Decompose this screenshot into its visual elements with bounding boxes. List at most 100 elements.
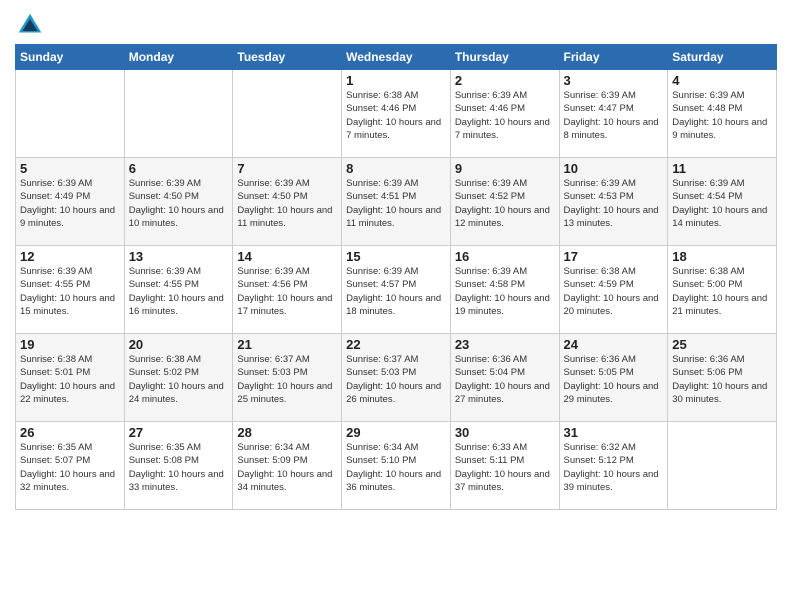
daylight-text: Daylight: 10 hours and 22 minutes. [20, 381, 115, 405]
week-row-5: 26 Sunrise: 6:35 AM Sunset: 5:07 PM Dayl… [16, 422, 777, 510]
weekday-sunday: Sunday [16, 45, 125, 70]
sunrise-text: Sunrise: 6:36 AM [672, 354, 744, 365]
calendar-cell [233, 70, 342, 158]
sunset-text: Sunset: 4:46 PM [455, 103, 525, 114]
day-info: Sunrise: 6:39 AM Sunset: 4:46 PM Dayligh… [455, 89, 555, 142]
calendar-cell: 28 Sunrise: 6:34 AM Sunset: 5:09 PM Dayl… [233, 422, 342, 510]
day-number: 18 [672, 249, 772, 264]
daylight-text: Daylight: 10 hours and 12 minutes. [455, 205, 550, 229]
day-number: 27 [129, 425, 229, 440]
sunrise-text: Sunrise: 6:35 AM [20, 442, 92, 453]
sunset-text: Sunset: 4:49 PM [20, 191, 90, 202]
day-info: Sunrise: 6:38 AM Sunset: 5:01 PM Dayligh… [20, 353, 120, 406]
day-number: 26 [20, 425, 120, 440]
calendar-cell: 2 Sunrise: 6:39 AM Sunset: 4:46 PM Dayli… [450, 70, 559, 158]
day-info: Sunrise: 6:39 AM Sunset: 4:47 PM Dayligh… [564, 89, 664, 142]
week-row-2: 5 Sunrise: 6:39 AM Sunset: 4:49 PM Dayli… [16, 158, 777, 246]
day-number: 1 [346, 73, 446, 88]
calendar-cell: 8 Sunrise: 6:39 AM Sunset: 4:51 PM Dayli… [342, 158, 451, 246]
week-row-1: 1 Sunrise: 6:38 AM Sunset: 4:46 PM Dayli… [16, 70, 777, 158]
sunrise-text: Sunrise: 6:37 AM [237, 354, 309, 365]
daylight-text: Daylight: 10 hours and 9 minutes. [672, 117, 767, 141]
daylight-text: Daylight: 10 hours and 34 minutes. [237, 469, 332, 493]
calendar-cell: 10 Sunrise: 6:39 AM Sunset: 4:53 PM Dayl… [559, 158, 668, 246]
day-number: 4 [672, 73, 772, 88]
sunset-text: Sunset: 5:03 PM [346, 367, 416, 378]
weekday-monday: Monday [124, 45, 233, 70]
sunrise-text: Sunrise: 6:39 AM [564, 90, 636, 101]
day-info: Sunrise: 6:39 AM Sunset: 4:56 PM Dayligh… [237, 265, 337, 318]
sunrise-text: Sunrise: 6:39 AM [455, 90, 527, 101]
sunrise-text: Sunrise: 6:34 AM [237, 442, 309, 453]
daylight-text: Daylight: 10 hours and 7 minutes. [455, 117, 550, 141]
sunset-text: Sunset: 4:53 PM [564, 191, 634, 202]
daylight-text: Daylight: 10 hours and 27 minutes. [455, 381, 550, 405]
sunrise-text: Sunrise: 6:39 AM [20, 266, 92, 277]
sunset-text: Sunset: 5:00 PM [672, 279, 742, 290]
daylight-text: Daylight: 10 hours and 11 minutes. [237, 205, 332, 229]
sunrise-text: Sunrise: 6:38 AM [20, 354, 92, 365]
sunrise-text: Sunrise: 6:39 AM [455, 178, 527, 189]
day-number: 10 [564, 161, 664, 176]
daylight-text: Daylight: 10 hours and 17 minutes. [237, 293, 332, 317]
sunset-text: Sunset: 5:03 PM [237, 367, 307, 378]
sunset-text: Sunset: 4:55 PM [129, 279, 199, 290]
sunrise-text: Sunrise: 6:37 AM [346, 354, 418, 365]
day-number: 29 [346, 425, 446, 440]
daylight-text: Daylight: 10 hours and 25 minutes. [237, 381, 332, 405]
day-number: 12 [20, 249, 120, 264]
day-number: 17 [564, 249, 664, 264]
daylight-text: Daylight: 10 hours and 36 minutes. [346, 469, 441, 493]
sunset-text: Sunset: 5:12 PM [564, 455, 634, 466]
day-info: Sunrise: 6:39 AM Sunset: 4:50 PM Dayligh… [129, 177, 229, 230]
daylight-text: Daylight: 10 hours and 29 minutes. [564, 381, 659, 405]
logo [15, 10, 49, 40]
calendar-cell: 17 Sunrise: 6:38 AM Sunset: 4:59 PM Dayl… [559, 246, 668, 334]
sunset-text: Sunset: 5:02 PM [129, 367, 199, 378]
day-number: 6 [129, 161, 229, 176]
day-info: Sunrise: 6:36 AM Sunset: 5:05 PM Dayligh… [564, 353, 664, 406]
sunrise-text: Sunrise: 6:39 AM [672, 90, 744, 101]
day-info: Sunrise: 6:34 AM Sunset: 5:09 PM Dayligh… [237, 441, 337, 494]
sunset-text: Sunset: 4:58 PM [455, 279, 525, 290]
sunset-text: Sunset: 5:06 PM [672, 367, 742, 378]
day-info: Sunrise: 6:33 AM Sunset: 5:11 PM Dayligh… [455, 441, 555, 494]
day-number: 2 [455, 73, 555, 88]
day-info: Sunrise: 6:39 AM Sunset: 4:48 PM Dayligh… [672, 89, 772, 142]
sunrise-text: Sunrise: 6:38 AM [346, 90, 418, 101]
sunset-text: Sunset: 5:05 PM [564, 367, 634, 378]
sunrise-text: Sunrise: 6:39 AM [237, 266, 309, 277]
calendar-cell: 26 Sunrise: 6:35 AM Sunset: 5:07 PM Dayl… [16, 422, 125, 510]
day-number: 16 [455, 249, 555, 264]
day-info: Sunrise: 6:38 AM Sunset: 5:00 PM Dayligh… [672, 265, 772, 318]
sunset-text: Sunset: 4:51 PM [346, 191, 416, 202]
day-info: Sunrise: 6:36 AM Sunset: 5:04 PM Dayligh… [455, 353, 555, 406]
day-number: 14 [237, 249, 337, 264]
daylight-text: Daylight: 10 hours and 14 minutes. [672, 205, 767, 229]
daylight-text: Daylight: 10 hours and 11 minutes. [346, 205, 441, 229]
day-info: Sunrise: 6:38 AM Sunset: 4:59 PM Dayligh… [564, 265, 664, 318]
sunset-text: Sunset: 4:52 PM [455, 191, 525, 202]
day-info: Sunrise: 6:35 AM Sunset: 5:08 PM Dayligh… [129, 441, 229, 494]
sunrise-text: Sunrise: 6:39 AM [129, 266, 201, 277]
sunset-text: Sunset: 4:54 PM [672, 191, 742, 202]
daylight-text: Daylight: 10 hours and 30 minutes. [672, 381, 767, 405]
calendar-cell: 12 Sunrise: 6:39 AM Sunset: 4:55 PM Dayl… [16, 246, 125, 334]
weekday-saturday: Saturday [668, 45, 777, 70]
calendar-cell: 11 Sunrise: 6:39 AM Sunset: 4:54 PM Dayl… [668, 158, 777, 246]
sunset-text: Sunset: 5:08 PM [129, 455, 199, 466]
sunset-text: Sunset: 5:11 PM [455, 455, 525, 466]
weekday-header-row: SundayMondayTuesdayWednesdayThursdayFrid… [16, 45, 777, 70]
daylight-text: Daylight: 10 hours and 9 minutes. [20, 205, 115, 229]
calendar-cell: 31 Sunrise: 6:32 AM Sunset: 5:12 PM Dayl… [559, 422, 668, 510]
day-info: Sunrise: 6:39 AM Sunset: 4:55 PM Dayligh… [129, 265, 229, 318]
sunrise-text: Sunrise: 6:35 AM [129, 442, 201, 453]
sunset-text: Sunset: 5:07 PM [20, 455, 90, 466]
calendar-table: SundayMondayTuesdayWednesdayThursdayFrid… [15, 44, 777, 510]
sunrise-text: Sunrise: 6:36 AM [455, 354, 527, 365]
daylight-text: Daylight: 10 hours and 10 minutes. [129, 205, 224, 229]
daylight-text: Daylight: 10 hours and 15 minutes. [20, 293, 115, 317]
header [15, 10, 777, 40]
day-number: 22 [346, 337, 446, 352]
daylight-text: Daylight: 10 hours and 32 minutes. [20, 469, 115, 493]
